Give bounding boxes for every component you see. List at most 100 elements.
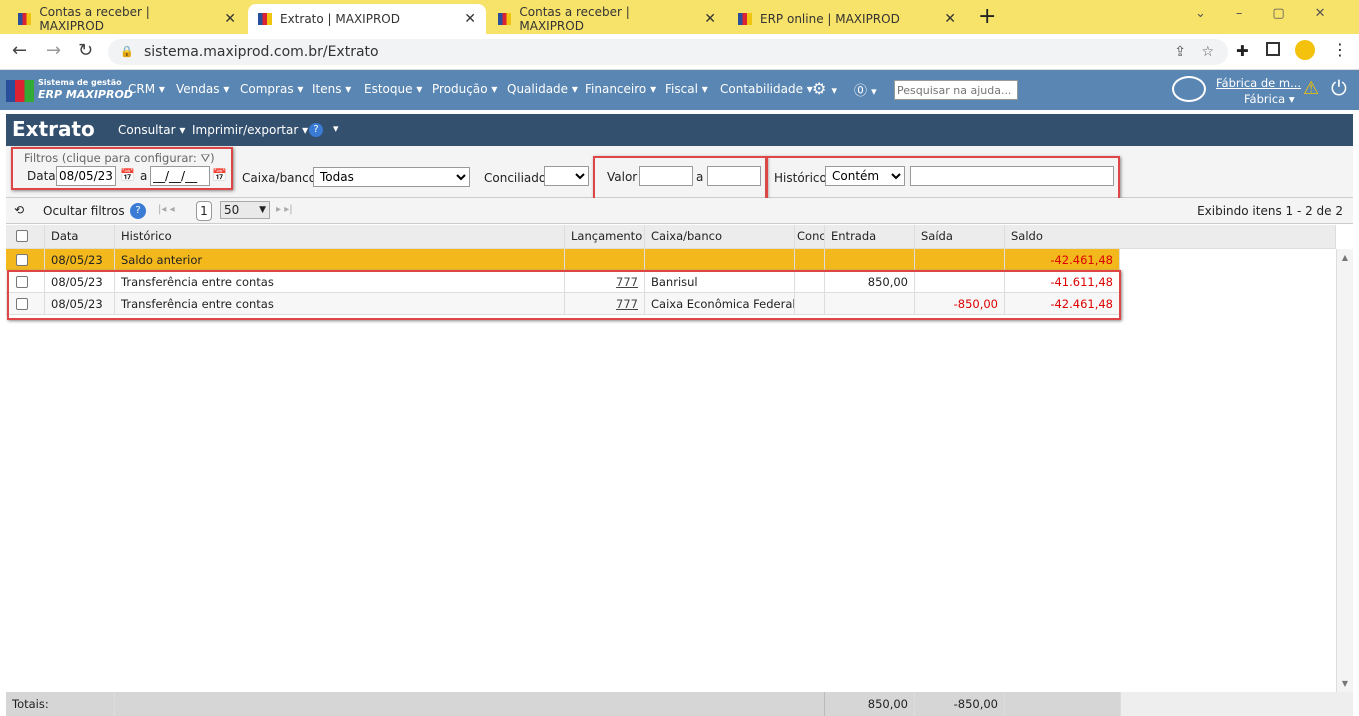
favicon-icon <box>498 13 512 25</box>
menu-producao[interactable]: Produção ▾ <box>432 82 497 96</box>
company-link[interactable]: Fábrica de m... <box>1216 76 1301 90</box>
sidepanel-icon[interactable] <box>1266 42 1280 56</box>
tab-erp-online[interactable]: ERP online | MAXIPROD ✕ <box>728 4 966 34</box>
help-icon[interactable]: ⓪ ▾ <box>854 80 877 99</box>
menu-financeiro[interactable]: Financeiro ▾ <box>585 82 656 96</box>
col-saida[interactable]: Saída <box>915 225 1005 248</box>
col-data[interactable]: Data <box>45 225 115 248</box>
extensions-icon[interactable]: ✚ <box>1236 42 1249 60</box>
tab-label: Contas a receber | MAXIPROD <box>519 5 630 33</box>
cell-saldo: -42.461,48 <box>1005 249 1120 270</box>
favicon-icon <box>738 13 752 25</box>
cell-historico: Saldo anterior <box>115 249 565 270</box>
consultar-menu[interactable]: Consultar ▾ <box>118 123 185 137</box>
settings-gear-icon[interactable]: ⚙ ▾ <box>812 79 837 98</box>
caixa-banco-select[interactable]: Todas <box>313 167 470 187</box>
hide-filters-button[interactable]: Ocultar filtros <box>43 204 125 218</box>
window-controls[interactable]: ⌄–▢✕ <box>1195 6 1356 21</box>
tab-contas-a-receber-2[interactable]: Contas a receber | MAXIPROD ✕ <box>488 4 726 34</box>
favicon-icon <box>258 13 272 25</box>
refresh-icon[interactable]: ⟲ <box>14 203 24 217</box>
conciliado-select[interactable] <box>544 166 589 186</box>
tab-contas-a-receber[interactable]: Contas a receber | MAXIPROD ✕ <box>8 4 246 34</box>
cell-data: 08/05/23 <box>45 249 115 270</box>
col-saldo[interactable]: Saldo <box>1005 225 1336 248</box>
help-icon[interactable]: ? <box>130 203 146 219</box>
close-icon[interactable]: ✕ <box>450 11 476 27</box>
first-page-icon[interactable]: |◂ ◂ <box>158 204 175 215</box>
page-size-select[interactable]: 50 ▼ <box>220 201 270 219</box>
help-icon[interactable]: ? <box>309 123 323 137</box>
star-icon[interactable]: ☆ <box>1201 39 1214 65</box>
extrato-grid: Data Histórico Lançamento Caixa/banco Co… <box>6 225 1353 692</box>
chat-icon[interactable] <box>1172 76 1206 102</box>
total-saida: -850,00 <box>915 692 1005 716</box>
menu-vendas[interactable]: Vendas ▾ <box>176 82 229 96</box>
menu-contabilidade[interactable]: Contabilidade ▾ <box>720 82 813 96</box>
total-entrada: 850,00 <box>825 692 915 716</box>
url-text: sistema.maxiprod.com.br/Extrato <box>144 44 379 60</box>
help-search-input[interactable] <box>894 80 1018 100</box>
page-number[interactable]: 1 <box>196 201 212 221</box>
col-caixa-banco[interactable]: Caixa/banco <box>645 225 795 248</box>
historico-label: Histórico <box>774 171 827 185</box>
row-checkbox[interactable] <box>6 249 45 270</box>
share-icon[interactable]: ⇪ <box>1174 39 1186 65</box>
new-tab-button[interactable]: + <box>978 4 996 29</box>
menu-compras[interactable]: Compras ▾ <box>240 82 303 96</box>
close-icon[interactable]: ✕ <box>210 11 236 27</box>
vertical-scrollbar[interactable]: ▲ ▼ <box>1336 249 1353 692</box>
highlight-box <box>11 147 233 190</box>
valor-label: Valor <box>607 170 638 184</box>
warning-icon[interactable]: ⚠ <box>1303 78 1319 99</box>
to-label: a <box>696 170 704 184</box>
back-icon[interactable]: ← <box>12 40 27 61</box>
tab-label: ERP online | MAXIPROD <box>760 12 900 26</box>
app-navbar: Sistema de gestão ERP MAXIPROD CRM ▾ Ven… <box>0 70 1359 110</box>
tab-label: Contas a receber | MAXIPROD <box>39 5 150 33</box>
profile-avatar[interactable] <box>1295 40 1315 60</box>
highlight-box <box>7 270 1121 320</box>
col-historico[interactable]: Histórico <box>115 225 565 248</box>
cell-entrada <box>825 249 915 270</box>
menu-itens[interactable]: Itens ▾ <box>312 82 351 96</box>
totals-row: Totais: 850,00 -850,00 <box>6 692 1353 716</box>
browser-tab-bar: Contas a receber | MAXIPROD ✕ Extrato | M… <box>0 0 1359 34</box>
menu-qualidade[interactable]: Qualidade ▾ <box>507 82 578 96</box>
menu-crm[interactable]: CRM ▾ <box>128 82 165 96</box>
filters-panel: Filtros (clique para configurar: ⛛) Data… <box>6 146 1353 201</box>
historico-input[interactable] <box>910 166 1114 186</box>
forward-icon[interactable]: → <box>46 40 61 61</box>
power-icon[interactable]: ⏻ <box>1331 76 1347 100</box>
menu-fiscal[interactable]: Fiscal ▾ <box>665 82 708 96</box>
tab-extrato[interactable]: Extrato | MAXIPROD ✕ <box>248 4 486 34</box>
close-icon[interactable]: ✕ <box>930 11 956 27</box>
col-conciliado[interactable]: Conc <box>795 225 825 248</box>
col-lancamento[interactable]: Lançamento <box>565 225 645 248</box>
logo-icon <box>6 80 34 102</box>
page-header: Extrato Consultar ▾ Imprimir/exportar ▾ … <box>6 114 1353 146</box>
valor-from-input[interactable] <box>639 166 693 186</box>
address-bar-row: ← → ↻ 🔒 sistema.maxiprod.com.br/Extrato ⇪… <box>0 34 1359 70</box>
logo-line2: ERP MAXIPROD <box>38 88 133 101</box>
url-input[interactable]: 🔒 sistema.maxiprod.com.br/Extrato ⇪ ☆ <box>108 39 1228 65</box>
select-all-checkbox[interactable] <box>6 225 45 248</box>
conciliado-label: Conciliado <box>484 171 547 185</box>
imprimir-exportar-menu[interactable]: Imprimir/exportar ▾ <box>192 123 308 137</box>
menu-estoque[interactable]: Estoque ▾ <box>364 82 422 96</box>
table-row[interactable]: 08/05/23 Saldo anterior -42.461,48 <box>6 249 1120 271</box>
caixa-label: Caixa/banco <box>242 171 317 185</box>
col-entrada[interactable]: Entrada <box>825 225 915 248</box>
grid-header: Data Histórico Lançamento Caixa/banco Co… <box>6 225 1336 249</box>
more-menu-icon[interactable]: ⋮ <box>1332 40 1348 59</box>
valor-to-input[interactable] <box>707 166 761 186</box>
reload-icon[interactable]: ↻ <box>78 40 93 61</box>
lock-icon: 🔒 <box>120 45 134 58</box>
totals-label: Totais: <box>6 692 115 716</box>
cell-lancamento-link[interactable] <box>565 249 645 270</box>
help-dropdown-icon[interactable]: ▾ <box>333 122 339 135</box>
next-page-icon[interactable]: ▸ ▸| <box>276 204 293 215</box>
historico-mode-select[interactable]: Contém <box>825 166 905 186</box>
profile-dropdown[interactable]: Fábrica ▾ <box>1244 92 1295 106</box>
close-icon[interactable]: ✕ <box>690 11 716 27</box>
